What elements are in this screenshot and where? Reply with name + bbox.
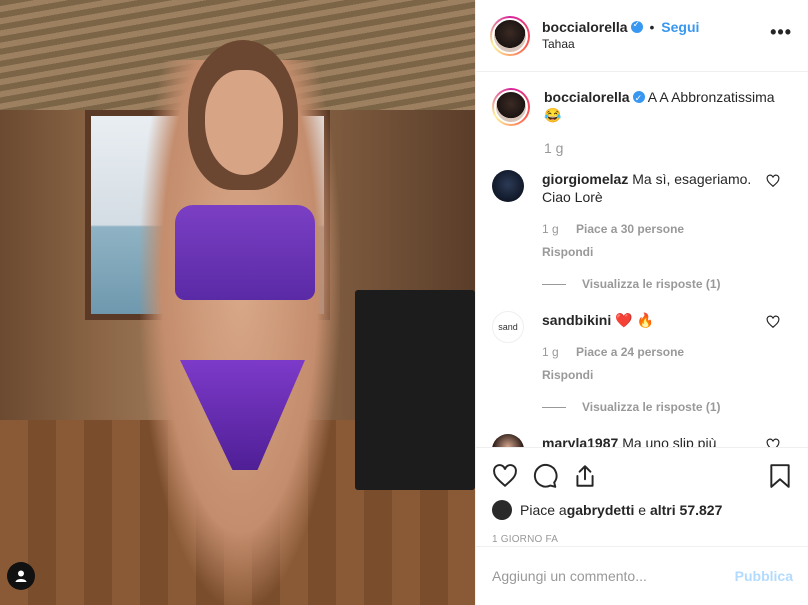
separator-dot: •: [649, 19, 655, 36]
liker-username[interactable]: gabrydetti: [567, 502, 635, 518]
tagged-user-icon[interactable]: [7, 562, 35, 590]
view-replies-button[interactable]: Visualizza le risposte (1): [542, 275, 757, 293]
caption-text: A A Abbronzatissima: [647, 89, 775, 105]
likes-prefix: Piace a: [520, 502, 567, 518]
caption-emoji: 😂: [544, 107, 562, 123]
comment-time: 1 g: [542, 345, 559, 359]
photo-face: [205, 70, 283, 175]
comments-list[interactable]: boccialorella A A Abbronzatissima 😂 1 g …: [476, 72, 808, 447]
verified-icon: [630, 20, 643, 34]
replies-line: [542, 283, 566, 285]
person-icon: [15, 570, 27, 582]
photo-bikini-top: [175, 205, 315, 300]
comment-avatar[interactable]: sand: [492, 311, 524, 343]
author-username[interactable]: boccialorella: [542, 19, 628, 35]
action-icons: [492, 452, 793, 500]
more-options-icon[interactable]: •••: [770, 22, 792, 43]
reply-button[interactable]: Rispondi: [542, 366, 757, 384]
post-side-panel: boccialorella • Segui Tahaa ••• boccialo…: [475, 0, 808, 605]
comment-item: giorgiomelaz Ma sì, esageriamo. Ciao Lor…: [492, 170, 792, 293]
verified-icon: [632, 90, 645, 108]
comment-likes[interactable]: Piace a 24 persone: [576, 345, 684, 359]
post-location[interactable]: Tahaa: [542, 37, 699, 52]
caption-username[interactable]: boccialorella: [544, 89, 630, 105]
liker-avatar[interactable]: [492, 500, 512, 520]
caption-time: 1 g: [544, 140, 564, 156]
photo-tv: [355, 290, 475, 490]
share-icon[interactable]: [572, 463, 598, 489]
view-replies-label: Visualizza le risposte (1): [582, 400, 721, 414]
likes-middle: e: [634, 502, 650, 518]
reply-button[interactable]: Rispondi: [542, 243, 757, 261]
comment-item: maryla1987 Ma uno slip più coprente no??…: [492, 434, 792, 447]
comment-avatar[interactable]: [492, 434, 524, 447]
view-replies-label: Visualizza le risposte (1): [582, 277, 721, 291]
post-photo[interactable]: [0, 0, 475, 605]
likes-summary: Piace a gabrydetti e altri 57.827: [492, 500, 793, 520]
comment-username[interactable]: sandbikini: [542, 312, 611, 328]
comment-username[interactable]: maryla1987: [542, 435, 618, 447]
caption-avatar[interactable]: [492, 88, 530, 126]
post-header: boccialorella • Segui Tahaa •••: [476, 0, 808, 72]
comment-time: 1 g: [542, 222, 559, 236]
follow-button[interactable]: Segui: [661, 19, 699, 35]
add-comment-bar: Pubblica: [476, 546, 808, 605]
post-time-ago[interactable]: 1 GIORNO FA: [492, 534, 793, 545]
author-avatar[interactable]: [490, 15, 530, 56]
heart-icon[interactable]: [492, 463, 518, 489]
comment-icon[interactable]: [532, 463, 558, 489]
bookmark-icon[interactable]: [767, 463, 793, 489]
like-comment-icon[interactable]: [766, 315, 780, 329]
likes-others[interactable]: altri 57.827: [650, 502, 722, 518]
sand-logo: sand: [498, 322, 518, 332]
comment-text: ❤️: [615, 312, 633, 328]
comment-likes[interactable]: Piace a 30 persone: [576, 222, 684, 236]
like-comment-icon[interactable]: [766, 174, 780, 188]
replies-line: [542, 406, 566, 408]
comment-item: sand sandbikini ❤️ 🔥 1 g Piace a 24 pers…: [492, 311, 792, 416]
comment-input[interactable]: [492, 568, 735, 584]
publish-button[interactable]: Pubblica: [735, 568, 793, 584]
comment-text-extra: 🔥: [636, 312, 654, 328]
like-comment-icon[interactable]: [766, 438, 780, 447]
post-caption: boccialorella A A Abbronzatissima 😂: [492, 88, 792, 126]
view-replies-button[interactable]: Visualizza le risposte (1): [542, 398, 757, 416]
comment-username[interactable]: giorgiomelaz: [542, 171, 628, 187]
comment-avatar[interactable]: [492, 170, 524, 202]
